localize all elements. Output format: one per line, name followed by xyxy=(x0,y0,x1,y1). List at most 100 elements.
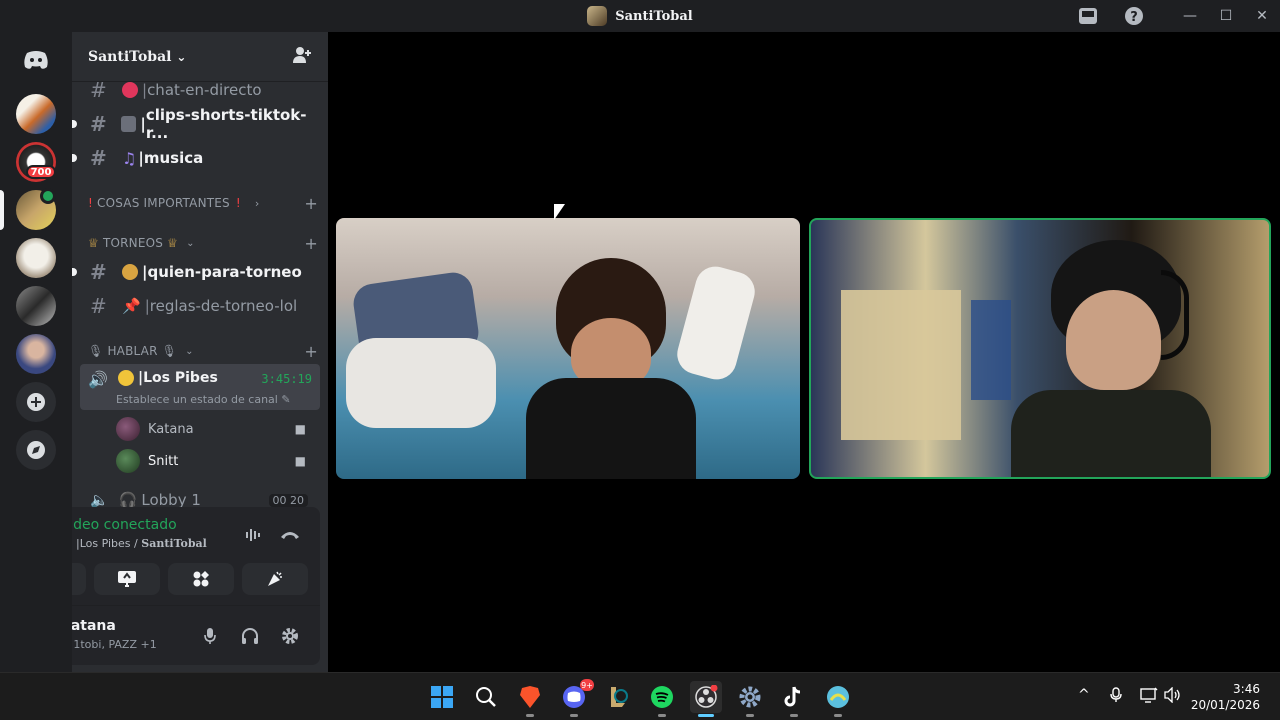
headphones-icon[interactable] xyxy=(238,624,262,648)
tiktok-icon[interactable] xyxy=(778,681,810,717)
channel-chat-en-directo[interactable]: # | chat-en-directo xyxy=(80,74,320,106)
chevron-down-icon: ⌄ xyxy=(186,237,195,249)
discord-home-icon[interactable] xyxy=(16,40,56,80)
chevron-right-icon: › xyxy=(254,196,260,210)
running-indicator xyxy=(658,714,666,717)
spotify-icon[interactable] xyxy=(646,681,678,717)
noise-suppression-icon[interactable] xyxy=(240,523,268,547)
trophy-icon: ♕ xyxy=(167,236,179,250)
microphone-icon[interactable] xyxy=(198,624,222,648)
user-area: Katana ♫ 1tobi, PAZZ +1 xyxy=(72,605,320,665)
channel-label: clips-shorts-tiktok-r... xyxy=(145,106,307,142)
server-icon-4[interactable] xyxy=(16,238,56,278)
mouse-cursor xyxy=(554,204,565,220)
voice-panel-subtitle[interactable]: |Los Pibes / SantiTobal xyxy=(72,537,207,550)
channel-status-text: Establece un estado de canal xyxy=(116,393,278,406)
disconnect-icon[interactable] xyxy=(276,523,304,547)
running-indicator xyxy=(526,714,534,717)
user-activity-text: 1tobi, PAZZ +1 xyxy=(73,638,157,651)
voice-user-snitt[interactable]: Snitt ■ xyxy=(116,447,316,475)
video-person-face xyxy=(1066,290,1161,390)
riot-client-icon[interactable] xyxy=(822,681,854,717)
voice-panel-channel: Los Pibes / xyxy=(79,537,142,550)
video-tile-1[interactable] xyxy=(336,218,800,479)
channel-reglas[interactable]: # 📌 | reglas-de-torneo-lol xyxy=(80,290,320,322)
settings-gear-icon[interactable] xyxy=(278,624,302,648)
category-cosas-importantes[interactable]: ! COSAS IMPORTANTES ! › + xyxy=(88,193,318,213)
server-icon-1[interactable] xyxy=(16,94,56,134)
maximize-button[interactable]: ☐ xyxy=(1208,0,1244,32)
taskbar-clock[interactable]: 3:46 20/01/2026 xyxy=(1191,681,1260,713)
channel-status[interactable]: Establece un estado de canal ✎ xyxy=(116,393,291,406)
server-icon-6[interactable] xyxy=(16,334,56,374)
windows-start-icon[interactable] xyxy=(426,681,458,713)
voice-panel-title[interactable]: Video conectado xyxy=(72,517,177,533)
obs-studio-icon[interactable] xyxy=(690,681,722,717)
voice-user-katana[interactable]: Katana ■ xyxy=(116,415,316,443)
camera-toggle-button[interactable] xyxy=(72,563,86,595)
add-server-icon[interactable] xyxy=(16,382,56,422)
video-bedsheet xyxy=(346,338,496,428)
category-torneos[interactable]: ♕ TORNEOS ♕ ⌄ + xyxy=(88,233,318,253)
help-icon[interactable]: ? xyxy=(1116,0,1152,32)
channel-label: reglas-de-torneo-lol xyxy=(149,297,298,315)
channel-sidebar: SantiTobal ⌄ # | chat-en-directo # | clips… xyxy=(72,32,328,672)
avatar xyxy=(116,449,140,473)
film-emoji xyxy=(121,116,137,132)
channel-label: quien-para-torneo xyxy=(147,263,302,281)
add-channel-icon[interactable]: + xyxy=(304,194,318,213)
soundboard-button[interactable] xyxy=(242,563,308,595)
category-hablar[interactable]: 🎙 HABLAR 🎙 ⌄ + xyxy=(88,341,318,361)
channel-musica[interactable]: # ♫ | musica xyxy=(80,142,320,174)
title-bar: SantiTobal ? — ☐ ✕ xyxy=(0,0,1280,32)
hash-icon: # xyxy=(90,260,107,284)
video-tile-2-speaking[interactable] xyxy=(809,218,1271,479)
settings-app-icon[interactable] xyxy=(734,681,766,717)
svg-text:?: ? xyxy=(1130,10,1138,25)
close-button[interactable]: ✕ xyxy=(1244,0,1280,32)
activities-button[interactable] xyxy=(168,563,234,595)
camera-icon: ■ xyxy=(294,422,306,436)
minimize-button[interactable]: — xyxy=(1172,0,1208,32)
volume-icon[interactable] xyxy=(1164,686,1182,707)
search-icon[interactable] xyxy=(470,681,502,713)
category-label: TORNEOS xyxy=(102,236,164,250)
unread-indicator xyxy=(72,268,77,276)
screen-share-button[interactable] xyxy=(94,563,160,595)
video-person-shirt xyxy=(1011,390,1211,477)
window-title: SantiTobal xyxy=(615,8,693,24)
discord-app-icon[interactable]: 9+ xyxy=(558,679,594,717)
running-indicator xyxy=(746,714,754,717)
video-stage xyxy=(328,32,1280,672)
league-of-legends-icon[interactable] xyxy=(602,681,634,713)
trophy-icon: ♕ xyxy=(88,236,99,250)
category-label: COSAS IMPORTANTES xyxy=(97,196,230,210)
clock-date: 20/01/2026 xyxy=(1190,698,1260,712)
server-list: 700 xyxy=(0,32,72,672)
inbox-icon[interactable] xyxy=(1070,0,1106,32)
microphone-icon[interactable] xyxy=(1110,687,1122,707)
chevron-up-icon[interactable]: ^ xyxy=(1078,687,1090,703)
server-icon-5[interactable] xyxy=(16,286,56,326)
running-indicator xyxy=(570,714,578,717)
pin-icon: 📌 xyxy=(122,297,141,315)
voice-channel-los-pibes[interactable]: 🔊 |Los Pibes 3:45:19 Establece un estado… xyxy=(80,364,320,410)
explore-icon[interactable] xyxy=(16,430,56,470)
selected-server-pill xyxy=(0,190,4,230)
add-channel-icon[interactable]: + xyxy=(304,342,318,361)
voice-user-name: Snitt xyxy=(148,453,179,469)
network-icon[interactable] xyxy=(1140,687,1158,707)
channel-clips[interactable]: # | clips-shorts-tiktok-r... xyxy=(80,106,320,142)
clock-time: 3:46 xyxy=(1233,682,1260,696)
channel-quien-para-torneo[interactable]: # | quien-para-torneo xyxy=(80,256,320,288)
add-channel-icon[interactable]: + xyxy=(304,234,318,253)
unread-indicator xyxy=(72,120,77,128)
running-indicator xyxy=(790,714,798,717)
hash-icon: # xyxy=(90,146,107,170)
brave-browser-icon[interactable] xyxy=(514,681,546,717)
user-name[interactable]: Katana xyxy=(72,618,116,634)
add-member-icon[interactable] xyxy=(292,46,312,68)
video-headset xyxy=(1161,270,1189,360)
music-note-icon: ♫ xyxy=(122,148,137,168)
red-circle-emoji xyxy=(122,82,138,98)
